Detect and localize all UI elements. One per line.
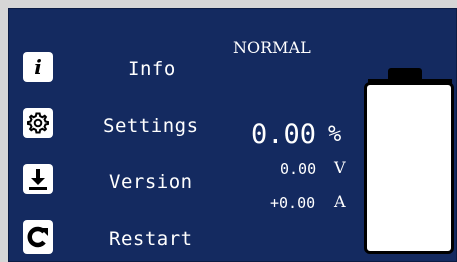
gear-icon [27,112,49,134]
voltage-value: 0.00 [280,160,317,178]
menu-label-info[interactable]: Info [128,58,176,80]
info-button[interactable]: i [23,52,53,82]
restart-button[interactable] [23,220,53,254]
settings-button[interactable] [23,108,53,138]
download-icon [29,169,47,190]
current-unit: A [334,192,346,211]
current-value: +0.00 [270,194,316,212]
menu-label-restart[interactable]: Restart [109,228,193,250]
charge-percent-unit: % [328,122,342,147]
voltage-unit: V [334,158,346,177]
device-screen: i Info Settings Version Restart NORMAL 0… [8,8,457,262]
menu-label-version[interactable]: Version [109,171,193,193]
battery-icon [364,82,454,254]
charge-percent-value: 0.00 [251,119,317,150]
svg-text:i: i [34,56,42,78]
menu-label-settings[interactable]: Settings [103,115,199,137]
version-button[interactable] [23,164,53,194]
info-icon: i [34,56,42,78]
restart-icon [27,226,48,248]
mode-status: NORMAL [233,38,311,57]
